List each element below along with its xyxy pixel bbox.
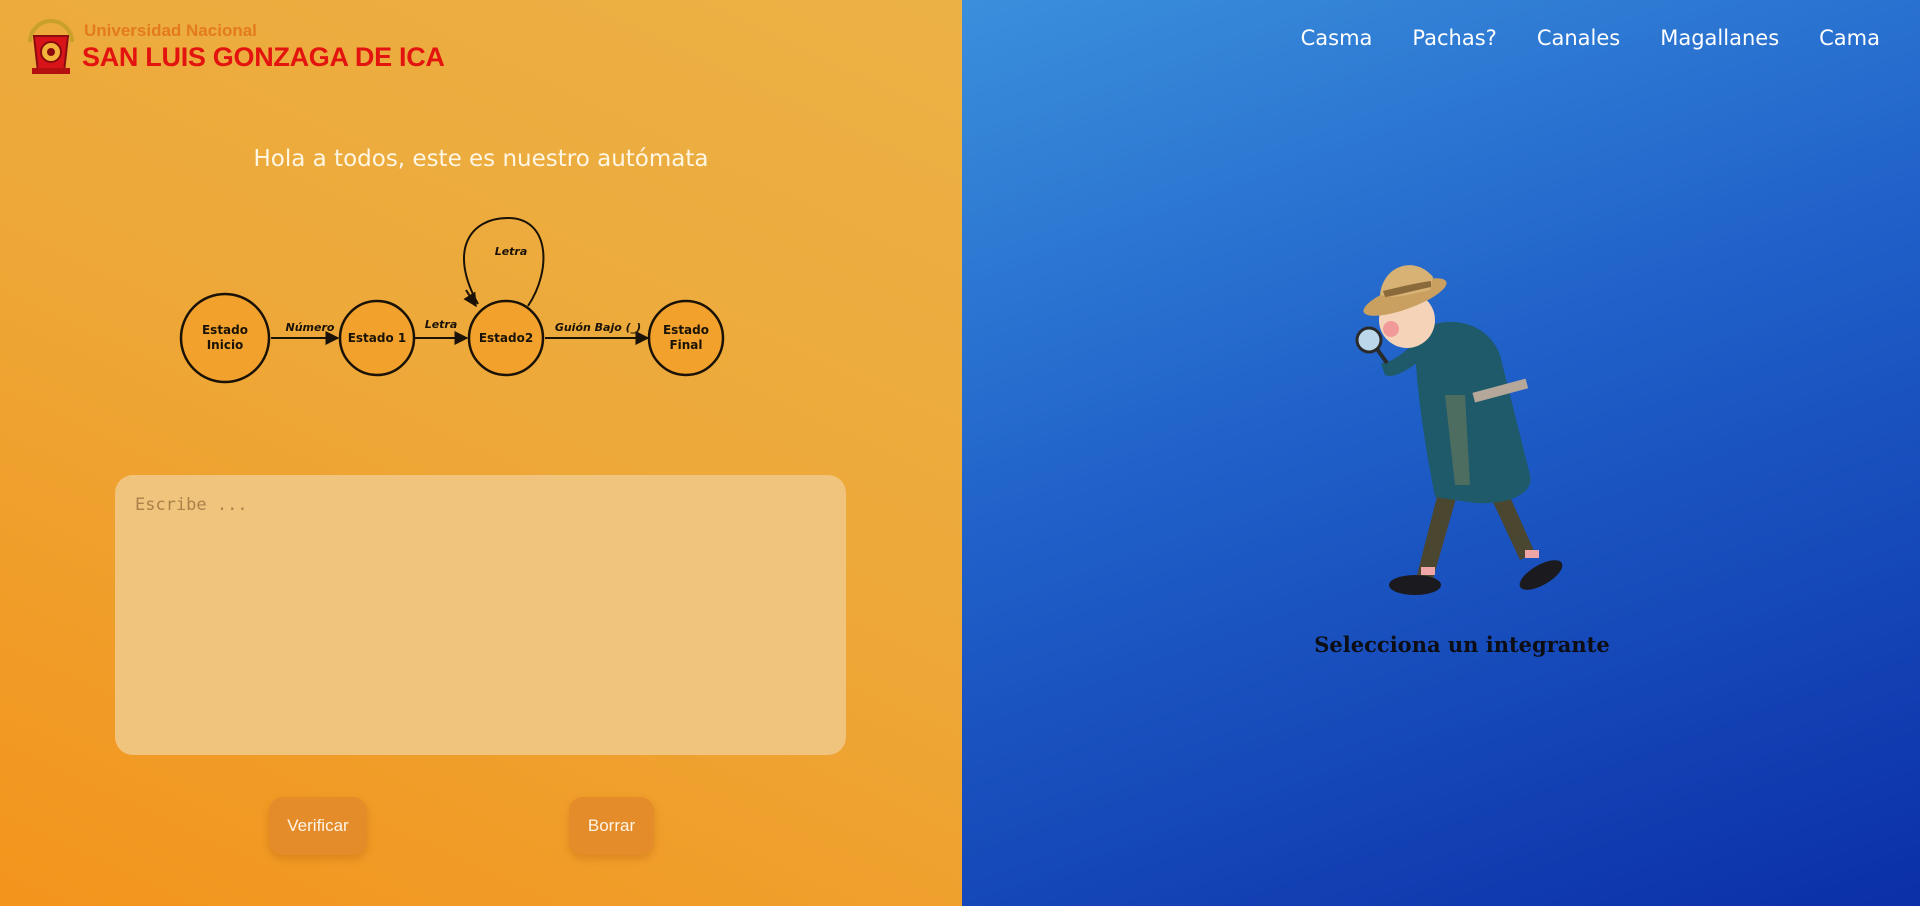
transition-label-letra: Letra [425,318,458,331]
loop-edge [463,216,545,307]
nav-item-pachas[interactable]: Pachas? [1412,26,1496,50]
state-inicio-label-2: Inicio [207,338,244,352]
nav-item-canales[interactable]: Canales [1537,26,1620,50]
nav-item-magallanes[interactable]: Magallanes [1660,26,1779,50]
university-logo-icon [28,19,74,74]
member-nav: Casma Pachas? Canales Magallanes Cama [1261,26,1880,50]
clear-button[interactable]: Borrar [569,797,654,855]
automaton-diagram: Letra Número Letra Guión Bajo (_) Estado… [179,216,725,384]
state-1-label: Estado 1 [348,331,407,345]
text-input[interactable] [115,475,846,755]
verify-button[interactable]: Verificar [269,797,367,855]
transition-label-loop: Letra [495,245,528,258]
university-name-small: Universidad Nacional [84,21,257,40]
detective-illustration-icon [1355,265,1563,595]
state-final-label-1: Estado [663,323,709,337]
state-final-label-2: Final [669,338,702,352]
left-panel [0,0,962,906]
nav-item-casma[interactable]: Casma [1301,26,1373,50]
select-member-prompt: Selecciona un integrante [1314,632,1610,657]
state-2-label: Estado2 [479,331,533,345]
state-inicio-label-1: Estado [202,323,248,337]
page-title: Hola a todos, este es nuestro autómata [253,146,709,172]
transition-label-guion: Guión Bajo (_) [555,321,641,334]
transition-label-numero: Número [286,321,335,334]
nav-item-cama[interactable]: Cama [1819,26,1880,50]
university-name-big: SAN LUIS GONZAGA DE ICA [82,42,445,72]
